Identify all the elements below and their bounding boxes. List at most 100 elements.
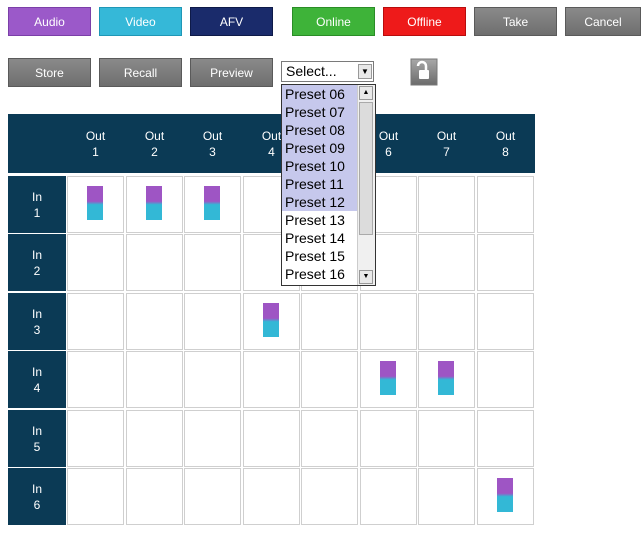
crosspoint-cell[interactable] [67,351,124,408]
crosspoint-marker-icon[interactable] [146,186,162,220]
output-header-7[interactable]: Out 7 [418,114,475,173]
crosspoint-marker-icon[interactable] [87,186,103,220]
scroll-up-icon[interactable]: ▲ [359,86,373,100]
crosspoint-cell[interactable] [477,410,534,467]
input-header-4[interactable]: In 4 [8,351,66,408]
crosspoint-cell[interactable] [126,468,183,525]
scroll-down-icon[interactable]: ▼ [359,270,373,284]
crosspoint-cell[interactable] [243,410,300,467]
crosspoint-marker-icon[interactable] [263,303,279,337]
crosspoint-cell[interactable] [126,351,183,408]
crosspoint-cell[interactable] [360,468,417,525]
crosspoint-cell[interactable] [418,293,475,350]
dropdown-scrollbar[interactable]: ▲ ▼ [357,85,375,285]
crosspoint-cell[interactable] [67,234,124,291]
crosspoint-cell[interactable] [477,234,534,291]
audio-button[interactable]: Audio [8,7,91,36]
output-label: Out [202,128,223,143]
output-header-2[interactable]: Out 2 [126,114,183,173]
preset-option[interactable]: Preset 08 [282,121,358,139]
preset-option[interactable]: Preset 11 [282,175,358,193]
crosspoint-cell[interactable] [301,351,358,408]
output-number: 7 [443,144,450,159]
output-header-1[interactable]: Out 1 [67,114,124,173]
input-label: In [31,189,42,204]
scrollbar-thumb[interactable] [359,102,373,235]
crosspoint-cell[interactable] [126,234,183,291]
preview-button[interactable]: Preview [190,58,273,87]
preset-option[interactable]: Preset 12 [282,193,358,211]
input-number: 5 [33,439,41,454]
afv-button[interactable]: AFV [190,7,273,36]
preset-select-value: Select... [286,63,337,79]
preset-select[interactable]: Select... ▼ [281,61,374,82]
crosspoint-cell[interactable] [477,176,534,233]
crosspoint-cell[interactable] [243,468,300,525]
crosspoint-cell[interactable] [301,410,358,467]
crosspoint-cell[interactable] [184,234,241,291]
crosspoint-cell[interactable] [67,468,124,525]
recall-button[interactable]: Recall [99,58,182,87]
output-label: Out [495,128,516,143]
crosspoint-cell[interactable] [67,293,124,350]
crosspoint-cell[interactable] [418,176,475,233]
crosspoint-cell[interactable] [360,410,417,467]
preset-option[interactable]: Preset 09 [282,139,358,157]
crosspoint-cell[interactable] [184,351,241,408]
crosspoint-cell[interactable] [126,410,183,467]
crosspoint-cell[interactable] [184,468,241,525]
take-button[interactable]: Take [474,7,557,36]
crosspoint-cell[interactable] [301,468,358,525]
input-header-5[interactable]: In 5 [8,410,66,467]
offline-button[interactable]: Offline [383,7,466,36]
output-number: 2 [151,144,158,159]
output-header-3[interactable]: Out 3 [184,114,241,173]
crosspoint-cell[interactable] [418,410,475,467]
crosspoint-cell[interactable] [360,293,417,350]
preset-option[interactable]: Preset 13 [282,211,358,229]
cancel-button[interactable]: Cancel [565,7,641,36]
preset-option[interactable]: Preset 16 [282,265,358,283]
crosspoint-cell[interactable] [477,351,534,408]
preset-option[interactable]: Preset 06 [282,85,358,103]
preset-option[interactable]: Preset 07 [282,103,358,121]
input-header-3[interactable]: In 3 [8,293,66,350]
video-button[interactable]: Video [99,7,182,36]
crosspoint-marker-icon[interactable] [380,361,396,395]
input-label: In [31,364,42,379]
crosspoint-cell[interactable] [184,410,241,467]
unlocked-padlock-icon[interactable] [410,58,438,86]
crosspoint-cell[interactable] [67,410,124,467]
input-header-6[interactable]: In 6 [8,468,66,525]
output-label: Out [144,128,165,143]
input-header-2[interactable]: In 2 [8,234,66,291]
preset-option[interactable]: Preset 14 [282,229,358,247]
crosspoint-cell[interactable] [477,293,534,350]
preset-option[interactable]: Preset 15 [282,247,358,265]
online-button[interactable]: Online [292,7,375,36]
input-number: 3 [33,322,41,337]
input-number: 2 [33,263,41,278]
preset-dropdown-list[interactable]: Preset 06 Preset 07 Preset 08 Preset 09 Pres… [281,84,376,286]
output-header-8[interactable]: Out 8 [477,114,534,173]
crosspoint-cell[interactable] [418,468,475,525]
store-button[interactable]: Store [8,58,91,87]
input-label: In [31,423,42,438]
crosspoint-cell[interactable] [418,234,475,291]
input-number: 6 [33,497,41,512]
crosspoint-marker-icon[interactable] [438,361,454,395]
preset-option[interactable]: Preset 10 [282,157,358,175]
input-label: In [31,247,42,262]
crosspoint-cell[interactable] [243,351,300,408]
output-number: 1 [92,144,99,159]
crosspoint-cell[interactable] [184,293,241,350]
preset-options: Preset 06 Preset 07 Preset 08 Preset 09 Pres… [282,85,358,283]
input-header-1[interactable]: In 1 [8,176,66,233]
crosspoint-cell[interactable] [126,293,183,350]
output-number: 8 [502,144,509,159]
crosspoint-cell[interactable] [301,293,358,350]
chevron-down-icon[interactable]: ▼ [358,64,372,79]
crosspoint-marker-icon[interactable] [497,478,513,512]
crosspoint-marker-icon[interactable] [204,186,220,220]
output-label: Out [85,128,106,143]
